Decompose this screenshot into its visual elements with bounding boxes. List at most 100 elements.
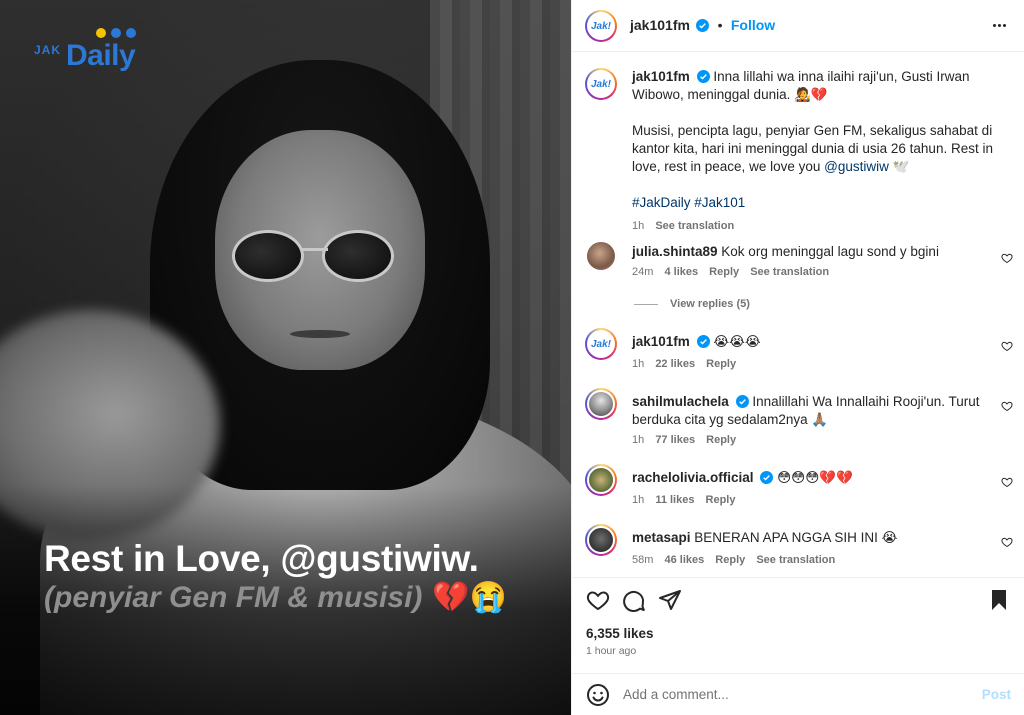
comment-text: jak101fm 😭😭😭 <box>632 333 1002 351</box>
add-comment-input[interactable]: Add a comment... <box>623 687 729 702</box>
verified-icon <box>696 19 710 32</box>
view-replies-label: View replies (5) <box>670 298 750 310</box>
post-header: Jak! jak101fm • Follow <box>572 0 1024 52</box>
media-subline: (penyiar Gen FM & musisi) 💔😭 <box>44 580 507 615</box>
caption-paragraph2: Musisi, pencipta lagu, penyiar Gen FM, s… <box>632 123 993 174</box>
comment-time[interactable]: 1h <box>632 434 644 446</box>
logo-daily-text: Daily <box>66 39 136 72</box>
like-heart-icon[interactable] <box>586 588 610 612</box>
post-media-image[interactable]: JAK Daily Rest in Love, @gustiwiw. (peny… <box>0 0 571 715</box>
comment-time[interactable]: 1h <box>632 494 644 506</box>
commenter-avatar[interactable] <box>585 388 617 420</box>
caption-avatar[interactable]: Jak! <box>585 68 617 100</box>
comment-text: julia.shinta89 Kok org meninggal lagu so… <box>632 243 1002 261</box>
comment-meta: 58m 46 likes Reply See translation <box>632 554 843 566</box>
comment-reply-button[interactable]: Reply <box>706 434 736 446</box>
share-icon[interactable] <box>658 588 682 612</box>
caption-paragraph2-tail: 🕊️ <box>888 159 910 174</box>
sunglasses-left-lens <box>232 230 304 282</box>
verified-icon <box>696 70 710 83</box>
caption-text: jak101fm Inna lillahi wa inna ilaihi raj… <box>632 68 1002 212</box>
comment-time[interactable]: 24m <box>632 266 653 278</box>
comment-likes[interactable]: 77 likes <box>655 434 695 446</box>
avatar-photo <box>587 466 615 494</box>
verified-icon <box>735 395 749 408</box>
media-headline: Rest in Love, @gustiwiw. <box>44 538 479 579</box>
caption-hashtags[interactable]: #JakDaily #Jak101 <box>632 195 745 210</box>
comment-body: 😭😭😭 <box>713 334 761 349</box>
avatar-logo: Jak! <box>590 338 611 350</box>
logo-dot-1 <box>96 28 106 38</box>
post-comment-button[interactable]: Post <box>982 687 1011 702</box>
media-subline-text: (penyiar Gen FM & musisi) <box>44 581 423 614</box>
heart-icon[interactable] <box>1001 400 1013 412</box>
heart-icon[interactable] <box>1001 536 1013 548</box>
comment-body: BENERAN APA NGGA SIH INI 😭 <box>694 530 898 545</box>
bookmark-icon[interactable] <box>987 588 1011 612</box>
comment-icon[interactable] <box>622 588 646 612</box>
heart-icon[interactable] <box>1001 252 1013 264</box>
emoji-icon[interactable] <box>586 683 610 707</box>
comment-reply-button[interactable]: Reply <box>706 358 736 370</box>
caption-see-translation[interactable]: See translation <box>655 220 734 232</box>
comment-likes[interactable]: 46 likes <box>664 554 704 566</box>
comment-meta: 24m 4 likes Reply See translation <box>632 266 837 278</box>
commenter-avatar[interactable] <box>585 524 617 556</box>
caption-mention[interactable]: @gustiwiw <box>824 159 889 174</box>
comment-text: metasapi BENERAN APA NGGA SIH INI 😭 <box>632 529 1002 547</box>
comment-reply-button[interactable]: Reply <box>706 494 736 506</box>
view-replies-line <box>634 303 658 305</box>
comment-username[interactable]: julia.shinta89 <box>632 244 718 259</box>
verified-icon <box>696 335 710 348</box>
comment-meta: 1h 22 likes Reply <box>632 358 744 370</box>
header-separator: • <box>717 17 723 33</box>
verified-icon <box>760 471 774 484</box>
commenter-avatar[interactable] <box>585 240 617 272</box>
caption-username[interactable]: jak101fm <box>632 69 690 84</box>
more-options-icon[interactable] <box>993 17 1009 33</box>
comment-likes[interactable]: 4 likes <box>664 266 698 278</box>
comment-likes[interactable]: 22 likes <box>655 358 695 370</box>
comment-username[interactable]: metasapi <box>632 530 691 545</box>
comment-time[interactable]: 1h <box>632 358 644 370</box>
commenter-avatar[interactable] <box>585 464 617 496</box>
logo-dots <box>96 28 136 38</box>
comment-likes[interactable]: 11 likes <box>655 494 694 506</box>
comment-body: 😳😳😳💔💔 <box>777 470 853 485</box>
caption-meta: 1h See translation <box>632 220 742 232</box>
logo-dot-3 <box>126 28 136 38</box>
media-subline-emoji: 💔😭 <box>432 581 508 614</box>
likes-count[interactable]: 6,355 likes <box>586 626 654 641</box>
header-user-line: jak101fm • Follow <box>630 17 775 33</box>
caption-time[interactable]: 1h <box>632 220 644 232</box>
comment-username[interactable]: jak101fm <box>632 334 690 349</box>
avatar-photo <box>585 240 617 272</box>
comment-reply-button[interactable]: Reply <box>715 554 745 566</box>
comment-meta: 1h 77 likes Reply <box>632 434 744 446</box>
commenter-avatar[interactable]: Jak! <box>585 328 617 360</box>
comment-see-translation[interactable]: See translation <box>750 266 829 278</box>
comment-text: rachelolivia.official 😳😳😳💔💔 <box>632 469 1002 487</box>
post-time-ago[interactable]: 1 hour ago <box>586 645 636 657</box>
comment-reply-button[interactable]: Reply <box>709 266 739 278</box>
heart-icon[interactable] <box>1001 340 1013 352</box>
sunglasses-right-lens <box>322 230 394 282</box>
comments-list[interactable]: Jak! jak101fm Inna lillahi wa inna ilaih… <box>572 52 1024 577</box>
comment-time[interactable]: 58m <box>632 554 653 566</box>
comment-username[interactable]: rachelolivia.official <box>632 470 754 485</box>
comment-body: Kok org meninggal lagu sond y bgini <box>721 244 939 259</box>
comment-see-translation[interactable]: See translation <box>756 554 835 566</box>
follow-button[interactable]: Follow <box>731 17 775 33</box>
logo-jak-text: JAK <box>34 43 62 57</box>
header-avatar[interactable]: Jak! <box>585 10 617 42</box>
post-actions: 6,355 likes 1 hour ago Add a comment... … <box>572 577 1024 707</box>
post-side-panel: Jak! jak101fm • Follow Jak! jak101fm Inn… <box>571 0 1024 715</box>
view-replies-button[interactable]: View replies (5) <box>634 298 750 310</box>
sunglasses-bridge <box>300 248 328 251</box>
heart-icon[interactable] <box>1001 476 1013 488</box>
header-username[interactable]: jak101fm <box>630 17 690 33</box>
jakdaily-logo: JAK Daily <box>34 25 154 80</box>
avatar-logo: Jak! <box>590 20 611 32</box>
comment-username[interactable]: sahilmulachela <box>632 394 729 409</box>
logo-dot-2 <box>111 28 121 38</box>
